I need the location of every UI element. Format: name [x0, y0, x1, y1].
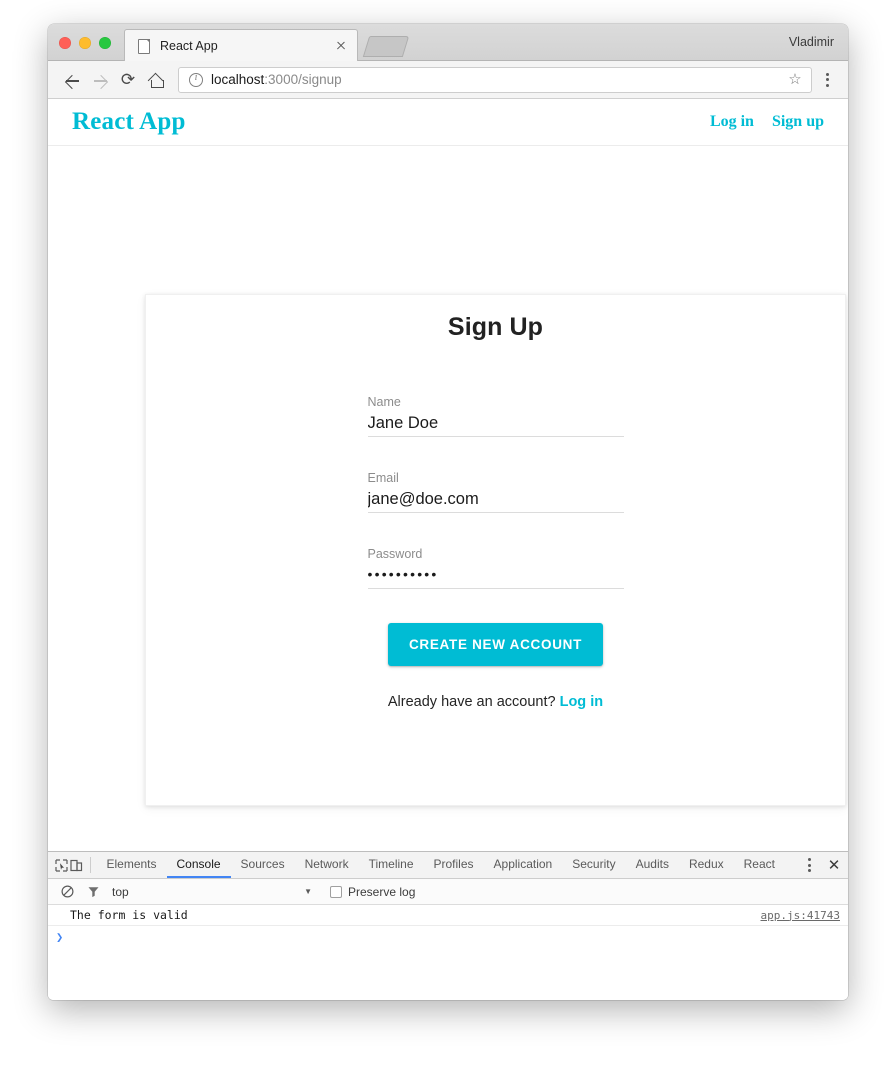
devtools-tab-audits[interactable]: Audits — [626, 852, 679, 878]
window-controls — [59, 37, 111, 49]
close-tab-icon[interactable] — [333, 38, 349, 54]
browser-tab-strip: React App Vladimir — [48, 24, 848, 61]
devtools-tab-application[interactable]: Application — [484, 852, 563, 878]
preserve-log-label: Preserve log — [348, 884, 416, 899]
signup-card: Sign Up Name Jane Doe Email jane@doe.com… — [145, 294, 846, 806]
reload-icon[interactable]: ⟳ — [114, 66, 142, 94]
clear-console-icon[interactable] — [54, 885, 80, 898]
devtools-tab-profiles[interactable]: Profiles — [424, 852, 484, 878]
footer-login-link[interactable]: Log in — [560, 694, 604, 710]
devtools-tab-react[interactable]: React — [734, 852, 785, 878]
name-field[interactable]: Name Jane Doe — [367, 395, 624, 437]
site-nav-links: Log in Sign up — [710, 113, 824, 131]
site-brand[interactable]: React App — [72, 108, 186, 136]
footer-text: Already have an account? — [387, 694, 556, 710]
email-field-label: Email — [367, 471, 399, 485]
card-footer: Already have an account? Log in — [146, 694, 845, 710]
preserve-log-toggle[interactable]: Preserve log — [330, 885, 415, 899]
minimize-window-button[interactable] — [79, 37, 91, 49]
preserve-log-checkbox[interactable] — [330, 885, 342, 898]
site-navbar: React App Log in Sign up — [48, 99, 848, 146]
devtools-tab-timeline[interactable]: Timeline — [359, 852, 424, 878]
password-field[interactable]: Password •••••••••• — [367, 547, 624, 589]
devtools-tab-security[interactable]: Security — [562, 852, 625, 878]
url-host: localhost — [211, 72, 265, 87]
devtools-tab-network[interactable]: Network — [295, 852, 359, 878]
devtools-menu-icon[interactable] — [798, 858, 820, 872]
browser-toolbar: ⟳ localhost:3000/signup ☆ — [48, 61, 848, 99]
devtools-panel: Elements Console Sources Network Timelin… — [48, 851, 848, 1000]
console-message-text: The form is valid — [70, 908, 188, 922]
profile-name[interactable]: Vladimir — [789, 35, 834, 49]
address-bar[interactable]: localhost:3000/signup ☆ — [178, 66, 812, 93]
browser-tab[interactable]: React App — [124, 29, 358, 61]
devtools-tab-elements[interactable]: Elements — [96, 852, 166, 878]
devtools-tab-sources[interactable]: Sources — [231, 852, 295, 878]
devtools-tabbar: Elements Console Sources Network Timelin… — [48, 852, 848, 879]
forward-icon — [86, 66, 114, 94]
filter-funnel-icon[interactable] — [80, 885, 106, 898]
name-input[interactable]: Jane Doe — [367, 414, 624, 437]
new-tab-button[interactable] — [362, 36, 410, 57]
name-field-label: Name — [367, 395, 401, 409]
device-toolbar-icon[interactable] — [69, 852, 84, 878]
chevron-down-icon: ▼ — [304, 887, 312, 896]
browser-tab-title: React App — [160, 38, 218, 53]
browser-menu-icon[interactable] — [816, 67, 838, 93]
email-field[interactable]: Email jane@doe.com — [367, 471, 624, 513]
maximize-window-button[interactable] — [99, 37, 111, 49]
devtools-toolbar-right: ✕ — [785, 852, 848, 878]
console-filter-bar: top ▼ Preserve log — [48, 879, 848, 905]
bookmark-star-icon[interactable]: ☆ — [787, 71, 803, 88]
close-devtools-icon[interactable]: ✕ — [820, 852, 848, 879]
devtools-tab-console[interactable]: Console — [166, 852, 231, 878]
url-path: :3000/signup — [264, 72, 342, 87]
close-window-button[interactable] — [59, 37, 71, 49]
console-context-select[interactable]: top ▼ — [112, 885, 312, 899]
browser-window: React App Vladimir ⟳ localhost:3000/sign… — [48, 24, 848, 1000]
inspect-element-icon[interactable] — [54, 852, 69, 878]
console-message-source-link[interactable]: app.js:41743 — [761, 909, 840, 922]
console-input-prompt[interactable]: ❯ — [48, 926, 848, 948]
nav-link-signup[interactable]: Sign up — [772, 113, 824, 131]
console-context-value: top — [112, 884, 129, 899]
back-icon[interactable] — [58, 66, 86, 94]
page-icon — [137, 38, 151, 54]
page-title: Sign Up — [447, 313, 544, 341]
email-input[interactable]: jane@doe.com — [367, 490, 624, 513]
toolbar-divider — [89, 857, 91, 873]
page-viewport: React App Log in Sign up Sign Up Name Ja… — [48, 99, 848, 851]
signup-form: Name Jane Doe Email jane@doe.com Passwor… — [367, 395, 624, 589]
password-input[interactable]: •••••••••• — [367, 566, 624, 589]
devtools-tab-redux[interactable]: Redux — [679, 852, 734, 878]
home-icon[interactable] — [142, 66, 170, 94]
password-field-label: Password — [367, 547, 423, 561]
console-message-row: The form is valid app.js:41743 — [48, 905, 848, 926]
create-account-button[interactable]: CREATE NEW ACCOUNT — [387, 623, 604, 666]
info-icon[interactable] — [189, 72, 203, 87]
nav-link-login[interactable]: Log in — [710, 113, 754, 131]
address-bar-url: localhost:3000/signup — [211, 72, 787, 87]
